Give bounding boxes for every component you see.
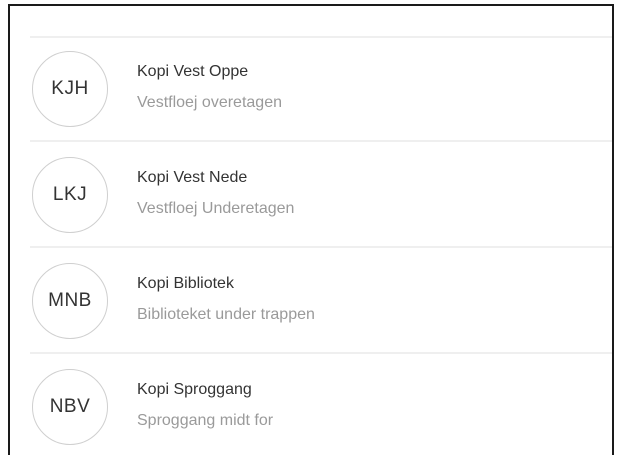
item-subtitle: Vestfloej Underetagen <box>137 200 295 217</box>
avatar: KJH <box>32 51 108 127</box>
avatar: MNB <box>32 263 108 339</box>
item-subtitle: Sproggang midt for <box>137 412 274 429</box>
list-item-kopi-bibliotek[interactable]: MNB Kopi Bibliotek Biblioteket under tra… <box>30 248 612 354</box>
item-subtitle: Vestfloej overetagen <box>137 94 282 111</box>
printer-list: KJH Kopi Vest Oppe Vestfloej overetagen … <box>10 36 612 455</box>
item-subtitle: Biblioteket under trappen <box>137 306 315 323</box>
avatar: LKJ <box>32 157 108 233</box>
printer-list-panel: KJH Kopi Vest Oppe Vestfloej overetagen … <box>8 4 614 455</box>
list-item-kopi-vest-nede[interactable]: LKJ Kopi Vest Nede Vestfloej Underetagen <box>30 142 612 248</box>
item-title: Kopi Vest Oppe <box>137 63 249 80</box>
item-title: Kopi Vest Nede <box>137 169 248 186</box>
item-title: Kopi Sproggang <box>137 381 252 398</box>
list-item-kopi-vest-oppe[interactable]: KJH Kopi Vest Oppe Vestfloej overetagen <box>30 36 612 142</box>
avatar: NBV <box>32 369 108 445</box>
list-item-kopi-sproggang[interactable]: NBV Kopi Sproggang Sproggang midt for <box>30 354 612 455</box>
item-title: Kopi Bibliotek <box>137 275 234 292</box>
